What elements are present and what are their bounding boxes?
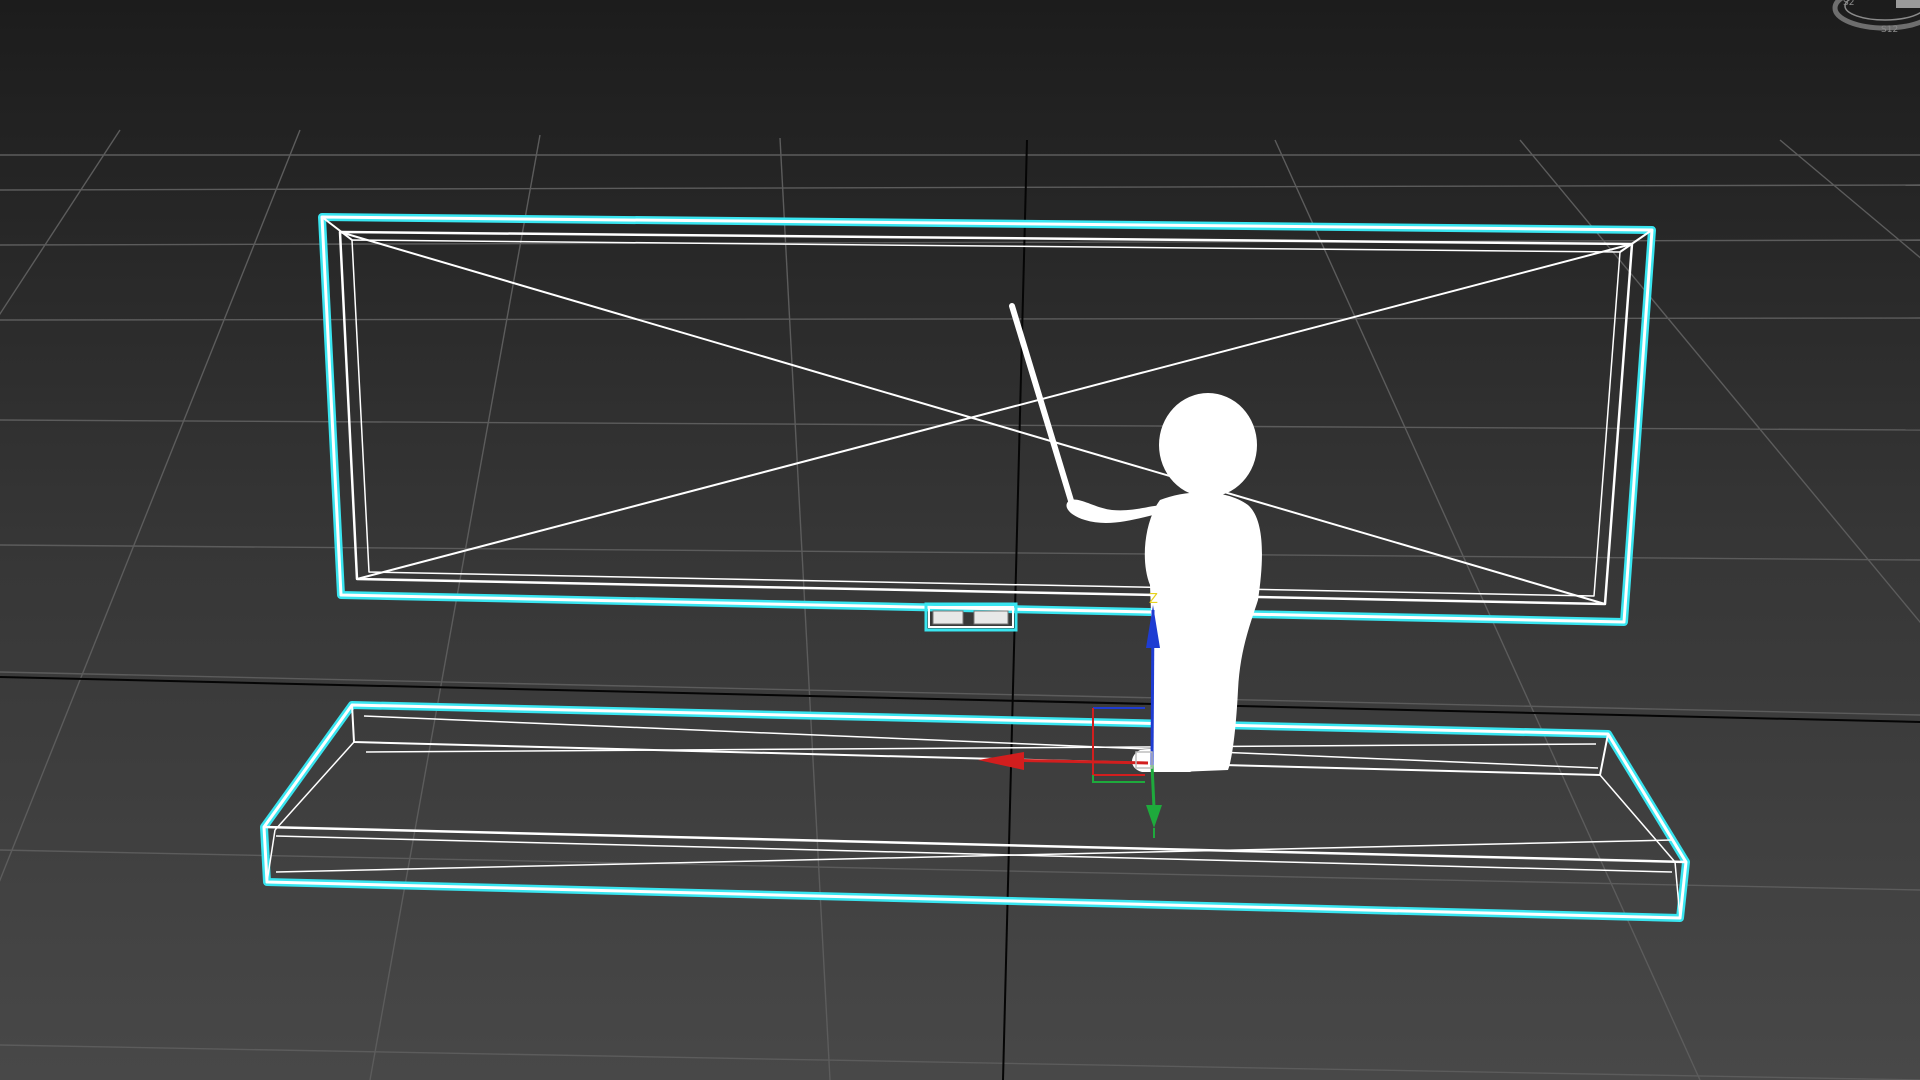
viewcube-label-left: S2 [1843, 0, 1854, 8]
gizmo-z-label: Z [1149, 592, 1158, 607]
viewport-canvas[interactable]: Z [0, 0, 1920, 1080]
viewcube-label-bottom: S12 [1881, 25, 1898, 35]
viewcube[interactable]: S2 S12 [1790, 0, 1920, 40]
perspective-viewport[interactable]: Z S2 S12 [0, 0, 1920, 1080]
